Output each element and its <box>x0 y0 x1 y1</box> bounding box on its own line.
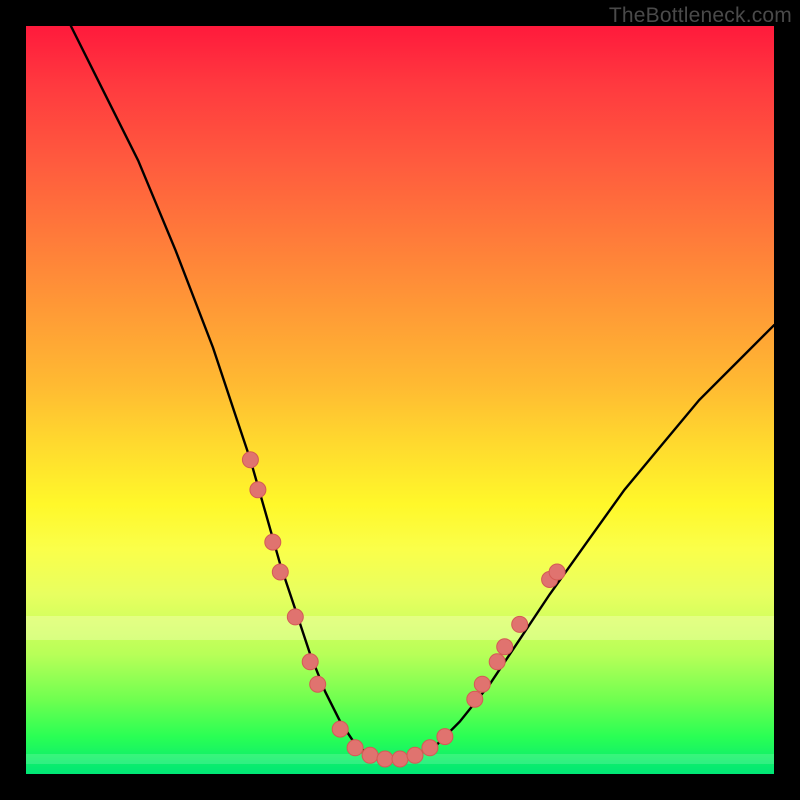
curve-marker <box>302 654 318 670</box>
curve-marker <box>512 616 528 632</box>
curve-markers <box>242 452 565 767</box>
plot-area <box>26 26 774 774</box>
curve-marker <box>407 747 423 763</box>
curve-marker <box>497 639 513 655</box>
curve-marker <box>392 751 408 767</box>
curve-marker <box>265 534 281 550</box>
curve-marker <box>347 740 363 756</box>
curve-marker <box>467 691 483 707</box>
watermark-text: TheBottleneck.com <box>609 4 792 28</box>
curve-marker <box>287 609 303 625</box>
curve-marker <box>422 740 438 756</box>
curve-marker <box>474 676 490 692</box>
curve-marker <box>362 747 378 763</box>
chart-svg <box>26 26 774 774</box>
curve-marker <box>377 751 393 767</box>
curve-marker <box>489 654 505 670</box>
curve-marker <box>549 564 565 580</box>
bottleneck-curve <box>71 26 774 759</box>
chart-frame: TheBottleneck.com <box>0 0 800 800</box>
curve-marker <box>242 452 258 468</box>
curve-marker <box>437 729 453 745</box>
curve-marker <box>250 482 266 498</box>
curve-marker <box>310 676 326 692</box>
curve-marker <box>332 721 348 737</box>
curve-marker <box>272 564 288 580</box>
